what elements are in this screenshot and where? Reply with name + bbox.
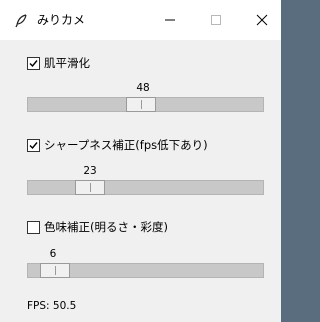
minimize-button[interactable]: [147, 0, 193, 40]
skin-smoothing-label: 肌平滑化: [44, 56, 90, 70]
sharpness-value: 23: [83, 165, 97, 177]
title-bar[interactable]: みりカメ: [0, 0, 281, 40]
checkmark-icon: [29, 60, 38, 68]
slider-thumb[interactable]: [40, 263, 70, 278]
feather-icon: [14, 13, 28, 28]
color-correction-value: 6: [49, 248, 57, 260]
checkmark-icon: [29, 142, 38, 150]
slider-thumb[interactable]: [75, 180, 105, 195]
skin-smoothing-value: 48: [136, 82, 150, 94]
skin-smoothing-checkbox[interactable]: [27, 57, 40, 70]
grip-line: [55, 266, 56, 275]
sharpness-label: シャープネス補正(fps低下あり): [44, 138, 208, 152]
grip-line: [141, 100, 142, 109]
minimize-icon: [165, 19, 175, 21]
maximize-button[interactable]: [193, 0, 239, 40]
sharpness-checkbox[interactable]: [27, 139, 40, 152]
maximize-icon: [211, 15, 221, 25]
sharpness-slider[interactable]: [27, 180, 264, 195]
app-window: みりカメ 肌平滑化 48 シャープネス補正(fps低下あり) 23 色味補正(明…: [0, 0, 281, 322]
grip-line: [90, 183, 91, 192]
window-title: みりカメ: [37, 13, 86, 27]
color-correction-checkbox[interactable]: [27, 221, 40, 234]
close-button[interactable]: [239, 0, 285, 40]
skin-smoothing-slider[interactable]: [27, 97, 264, 112]
fps-readout: FPS: 50.5: [27, 300, 77, 312]
color-correction-label: 色味補正(明るさ・彩度): [44, 220, 168, 234]
close-icon: [256, 14, 268, 26]
color-correction-slider[interactable]: [27, 263, 264, 278]
slider-thumb[interactable]: [126, 97, 156, 112]
